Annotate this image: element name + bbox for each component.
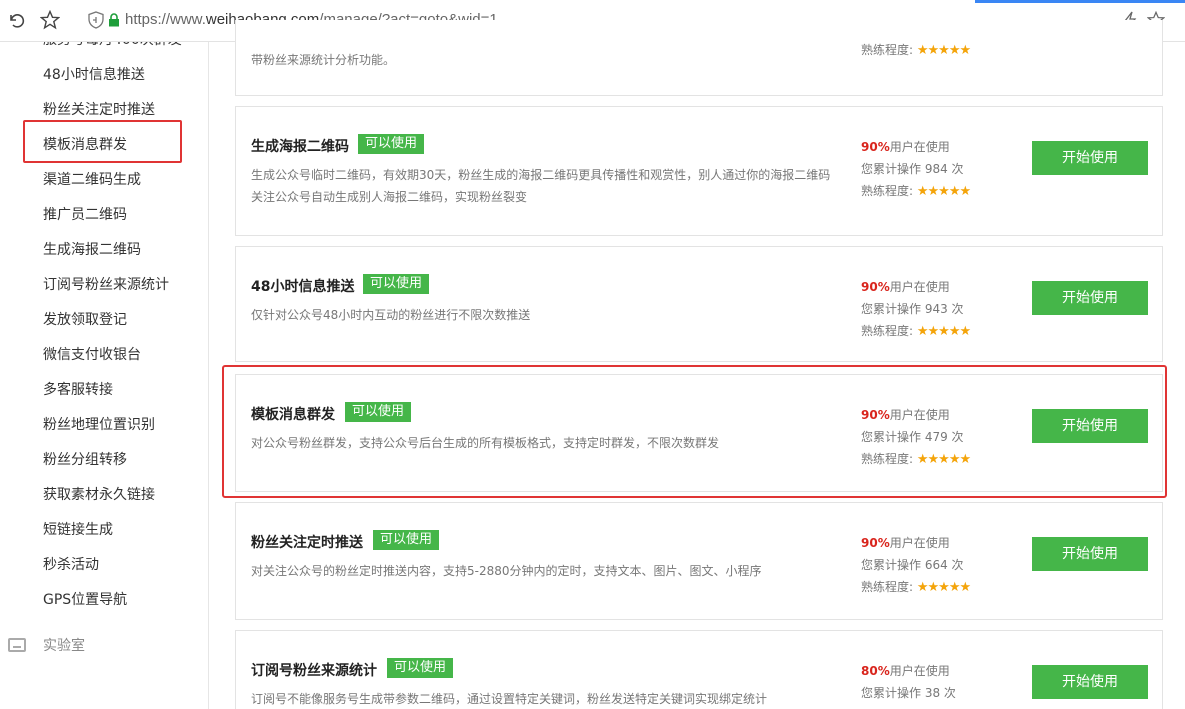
operation-count: 您累计操作 664 次 [861, 558, 964, 572]
skill-label: 熟练程度: [861, 580, 914, 594]
feature-desc: 仅针对公众号48小时内互动的粉丝进行不限次数推送 [251, 308, 531, 322]
stars-rating: ★★★★★ [916, 184, 971, 199]
shield-icon[interactable] [86, 10, 106, 30]
feature-title: 48小时信息推送 [251, 279, 355, 295]
star-icon[interactable] [40, 10, 60, 30]
sidebar-highlight-box [23, 120, 182, 163]
usage-stats: 90%用户在使用 您累计操作 984 次 熟练程度: ★★★★★ [861, 136, 971, 203]
start-button[interactable]: 开始使用 [1032, 141, 1148, 175]
sidebar-item-group-send[interactable]: 服务号每月400次群发 [43, 42, 182, 50]
usage-percent: 90% [861, 536, 890, 550]
usage-label: 用户在使用 [889, 664, 950, 678]
usage-percent: 90% [861, 280, 890, 294]
sidebar-item-geo-location[interactable]: 粉丝地理位置识别 [43, 415, 155, 435]
usage-label: 用户在使用 [889, 536, 950, 550]
stars-rating: ★★★★★ [916, 580, 971, 595]
skill-level: 熟练程度: ★★★★★ [861, 39, 971, 62]
feature-title: 生成海报二维码 [251, 139, 349, 155]
status-badge: 可以使用 [358, 134, 425, 154]
sidebar-item-gps-navigation[interactable]: GPS位置导航 [43, 590, 127, 610]
skill-label: 熟练程度: [861, 43, 914, 57]
status-badge: 可以使用 [387, 658, 454, 678]
card-highlight-box [222, 365, 1167, 498]
sidebar-section-lab[interactable]: 实验室 [43, 635, 85, 655]
feature-desc: 对关注公众号的粉丝定时推送内容，支持5-2880分钟内的定时，支持文本、图片、图… [251, 564, 762, 578]
skill-label: 熟练程度: [861, 324, 914, 338]
lock-icon [104, 10, 124, 30]
feature-card: 订阅号粉丝来源统计 可以使用 订阅号不能像服务号生成带参数二维码，通过设置特定关… [235, 630, 1163, 709]
back-icon[interactable] [6, 10, 26, 30]
feature-title: 订阅号粉丝来源统计 [251, 663, 377, 679]
feature-card: 48小时信息推送 可以使用 仅针对公众号48小时内互动的粉丝进行不限次数推送 9… [235, 246, 1163, 362]
sidebar-item-poster-qrcode[interactable]: 生成海报二维码 [43, 240, 141, 260]
feature-card: 生成海报二维码 可以使用 生成公众号临时二维码，有效期30天，粉丝生成的海报二维… [235, 106, 1163, 236]
skill-label: 熟练程度: [861, 184, 914, 198]
start-button[interactable]: 开始使用 [1032, 665, 1148, 699]
loading-progress-bar [975, 0, 1185, 3]
usage-label: 用户在使用 [889, 280, 950, 294]
sidebar-item-follow-timed-push[interactable]: 粉丝关注定时推送 [43, 100, 155, 120]
operation-count: 您累计操作 943 次 [861, 302, 964, 316]
url-prefix: https://www. [125, 11, 206, 28]
stars-rating: ★★★★★ [916, 324, 971, 339]
feature-card: 粉丝关注定时推送 可以使用 对关注公众号的粉丝定时推送内容，支持5-2880分钟… [235, 502, 1163, 620]
usage-stats: 90%用户在使用 您累计操作 664 次 熟练程度: ★★★★★ [861, 532, 971, 599]
sidebar-item-short-link[interactable]: 短链接生成 [43, 520, 113, 540]
sidebar: 服务号每月400次群发 48小时信息推送 粉丝关注定时推送 模板消息群发 渠道二… [0, 42, 209, 709]
inbox-icon [8, 638, 26, 652]
feature-desc: 带粉丝来源统计分析功能。 [251, 53, 396, 67]
feature-card-partial: 带粉丝来源统计分析功能。 熟练程度: ★★★★★ [235, 20, 1163, 96]
feature-title: 粉丝关注定时推送 [251, 535, 363, 551]
usage-stats: 80%用户在使用 您累计操作 38 次 [861, 660, 956, 704]
usage-percent: 80% [861, 664, 890, 678]
start-button[interactable]: 开始使用 [1032, 281, 1148, 315]
sidebar-item-permanent-media-link[interactable]: 获取素材永久链接 [43, 485, 155, 505]
sidebar-item-subscriber-source-stats[interactable]: 订阅号粉丝来源统计 [43, 275, 169, 295]
status-badge: 可以使用 [363, 274, 430, 294]
operation-count: 您累计操作 984 次 [861, 162, 964, 176]
sidebar-item-wechat-pay-cashier[interactable]: 微信支付收银台 [43, 345, 141, 365]
feature-desc: 生成公众号临时二维码，有效期30天，粉丝生成的海报二维码更具传播性和观赏性，别人… [251, 168, 831, 204]
sidebar-item-promoter-qrcode[interactable]: 推广员二维码 [43, 205, 127, 225]
stars-rating: ★★★★★ [916, 43, 971, 58]
status-badge: 可以使用 [373, 530, 440, 550]
usage-label: 用户在使用 [889, 140, 950, 154]
start-button[interactable]: 开始使用 [1032, 537, 1148, 571]
sidebar-item-flash-sale[interactable]: 秒杀活动 [43, 555, 99, 575]
sidebar-item-distribution-register[interactable]: 发放领取登记 [43, 310, 127, 330]
operation-count: 您累计操作 38 次 [861, 686, 956, 700]
usage-stats: 90%用户在使用 您累计操作 943 次 熟练程度: ★★★★★ [861, 276, 971, 343]
sidebar-item-48h-push[interactable]: 48小时信息推送 [43, 65, 145, 85]
sidebar-item-group-transfer[interactable]: 粉丝分组转移 [43, 450, 127, 470]
feature-desc: 订阅号不能像服务号生成带参数二维码，通过设置特定关键词，粉丝发送特定关键词实现绑… [251, 692, 768, 706]
sidebar-item-channel-qrcode[interactable]: 渠道二维码生成 [43, 170, 141, 190]
sidebar-item-multi-service-transfer[interactable]: 多客服转接 [43, 380, 113, 400]
usage-percent: 90% [861, 140, 890, 154]
